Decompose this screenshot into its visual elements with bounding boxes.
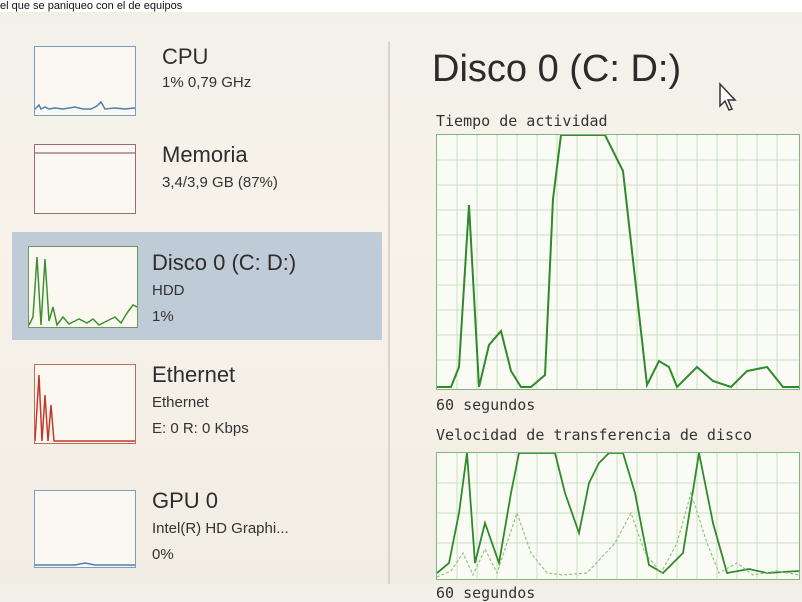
mouse-cursor-icon: [719, 82, 737, 111]
disk-detail-panel: Disco 0 (C: D:) Tiempo de actividad 60 s…: [392, 12, 802, 602]
sidebar-item-title: Memoria: [162, 142, 248, 167]
performance-sidebar: CPU 1% 0,79 GHz Memoria 3,4/3,9 GB (87%)…: [0, 12, 392, 584]
active-time-label: Tiempo de actividad: [436, 112, 608, 130]
ethernet-thumbnail: [34, 364, 136, 444]
memory-thumbnail: [34, 144, 136, 214]
panel-divider: [388, 42, 390, 584]
sidebar-item-value: 0%: [152, 546, 174, 563]
sidebar-item-title: Ethernet: [152, 362, 236, 387]
gpu-thumbnail: [34, 490, 136, 568]
sidebar-item-gpu-0[interactable]: GPU 0 Intel(R) HD Graphi... 0%: [12, 470, 382, 584]
page-title: Disco 0 (C: D:): [432, 48, 682, 90]
disk-thumbnail: [28, 246, 138, 328]
sidebar-item-title: Disco 0 (C: D:): [152, 250, 297, 275]
photo-caption: el que se paniqueo con el de equipos: [0, 0, 802, 12]
sidebar-item-title: CPU: [162, 44, 209, 69]
sidebar-item-detail: 3,4/3,9 GB (87%): [162, 174, 278, 191]
transfer-rate-graph: [436, 452, 800, 580]
sidebar-item-title: GPU 0: [152, 488, 219, 513]
sidebar-item-cpu[interactable]: CPU 1% 0,79 GHz: [12, 30, 382, 126]
sidebar-item-memoria[interactable]: Memoria 3,4/3,9 GB (87%): [12, 136, 382, 232]
sidebar-item-value: 1%: [152, 308, 174, 325]
sidebar-item-detail: Ethernet: [152, 394, 209, 411]
sidebar-item-ethernet[interactable]: Ethernet Ethernet E: 0 R: 0 Kbps: [12, 352, 382, 462]
cpu-thumbnail: [34, 46, 136, 116]
sidebar-item-detail: HDD: [152, 282, 185, 299]
time-span-label-2: 60 segundos: [436, 584, 536, 602]
transfer-rate-label: Velocidad de transferencia de disco: [436, 426, 753, 444]
sidebar-item-value: E: 0 R: 0 Kbps: [152, 420, 249, 437]
sidebar-item-detail: Intel(R) HD Graphi...: [152, 520, 289, 537]
active-time-graph: [436, 134, 800, 390]
sidebar-item-detail: 1% 0,79 GHz: [162, 74, 252, 91]
time-span-label: 60 segundos: [436, 396, 536, 414]
sidebar-item-disco-0[interactable]: Disco 0 (C: D:) HDD 1%: [12, 232, 382, 340]
